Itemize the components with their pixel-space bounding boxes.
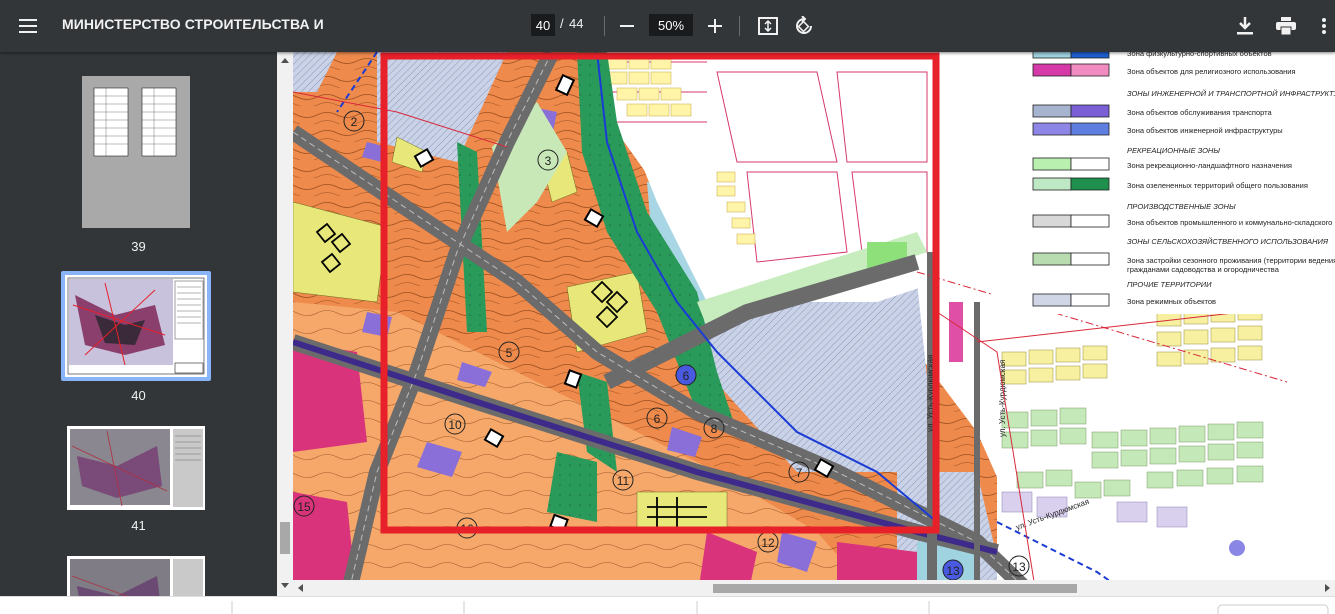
legend-swatch <box>1032 52 1072 59</box>
legend-label: гражданами садоводства и огородничества <box>1127 265 1280 274</box>
legend-swatch <box>1032 104 1072 118</box>
street-label: ул. Усть-Курдюмская <box>998 360 1007 437</box>
zone-number: 8 <box>711 422 718 436</box>
page-thumbnail[interactable] <box>67 426 205 510</box>
thumbnail-page-number: 41 <box>131 518 146 533</box>
scroll-left-arrow-icon <box>298 584 303 592</box>
rotate-button[interactable] <box>786 8 822 44</box>
legend-swatch <box>1070 157 1110 171</box>
menu-button[interactable] <box>10 8 46 44</box>
zoom-in-button[interactable] <box>697 8 733 44</box>
thumbnail-sidebar: 39 40 41 <box>0 52 277 600</box>
legend-label: Зона объектов обслуживания транспорта <box>1127 108 1272 117</box>
legend-swatch <box>1070 104 1110 118</box>
thumbnail-page-number: 40 <box>131 388 146 403</box>
thumbnail-preview <box>70 559 203 600</box>
thumbnail-page-number: 39 <box>131 239 146 254</box>
legend-swatch <box>1032 252 1072 266</box>
legend-swatch <box>1070 252 1110 266</box>
zone-number: 10 <box>448 418 462 432</box>
print-button[interactable] <box>1268 8 1304 44</box>
scroll-up-arrow-icon <box>281 58 289 63</box>
thumbnail-preview <box>93 87 177 157</box>
legend-label: Зона озелененных территорий общего польз… <box>1127 181 1308 190</box>
page-separator: / <box>560 16 564 31</box>
thumbnail-selected-frame[interactable] <box>61 271 211 381</box>
legend-label: Зона объектов промышленного и коммунальн… <box>1127 218 1332 227</box>
legend-swatch <box>1032 157 1072 171</box>
legend-swatch <box>1070 177 1110 191</box>
fit-to-page-button[interactable] <box>750 8 786 44</box>
legend-label: Зона застройки сезонного проживания (тер… <box>1127 256 1335 265</box>
page-number-input[interactable]: 40 <box>531 14 555 36</box>
legend-label: Зона рекреационно-ландшафтного назначени… <box>1127 161 1292 170</box>
bottom-bar-dividers <box>231 601 1329 614</box>
legend-swatch <box>1032 177 1072 191</box>
scroll-down-arrow-icon <box>281 583 289 588</box>
scroll-thumb <box>280 522 290 554</box>
rotate-icon <box>796 16 812 34</box>
legend-swatch <box>1032 122 1072 136</box>
scroll-thumb <box>713 584 1077 593</box>
plus-icon <box>708 19 722 33</box>
legend-swatch <box>1032 214 1072 228</box>
thumbnail-preview <box>70 429 203 507</box>
legend-section-header: ПРОЧИЕ ТЕРРИТОРИИ <box>1127 280 1212 289</box>
page-total: 44 <box>569 16 584 31</box>
download-button[interactable] <box>1227 8 1263 44</box>
page-thumbnail[interactable] <box>82 76 190 228</box>
legend-label: Зона объектов инженерной инфраструктуры <box>1127 126 1283 135</box>
toolbar-divider <box>604 16 605 36</box>
document-viewer[interactable]: 2 3 5 6 6 7 8 10 11 12 13 13 15 16 ул. У… <box>277 52 1335 600</box>
scrollbar-graphics <box>298 584 1330 593</box>
thumbnail-preview <box>65 275 207 377</box>
legend-section-header: ЗОНЫ СЕЛЬСКОХОЗЯЙСТВЕННОГО ИСПОЛЬЗОВАНИЯ <box>1127 237 1329 246</box>
pdf-viewer: МИНИСТЕРСТВО СТРОИТЕЛЬСТВА И 40 / 44 50% <box>0 0 1335 614</box>
download-icon <box>1237 17 1253 35</box>
zone-number: 2 <box>351 115 358 129</box>
more-vert-icon <box>1322 18 1326 34</box>
map-page: 2 3 5 6 6 7 8 10 11 12 13 13 15 16 ул. У… <box>288 52 1335 600</box>
legend-swatch <box>1070 293 1110 307</box>
hamburger-icon <box>19 19 37 33</box>
legend-swatch <box>1070 52 1110 59</box>
horizontal-scrollbar[interactable] <box>293 580 1335 596</box>
legend-label: Зона объектов для религиозного использов… <box>1127 67 1296 76</box>
legend-section-header: ЗОНЫ ИНЖЕНЕРНОЙ И ТРАНСПОРТНОЙ ИНФРАСТРУ… <box>1127 89 1335 98</box>
zone-number: 6 <box>683 369 690 383</box>
document-title: МИНИСТЕРСТВО СТРОИТЕЛЬСТВА И <box>62 16 324 32</box>
legend-swatch <box>1032 293 1072 307</box>
page-thumbnail[interactable] <box>67 556 205 600</box>
legend-section-header: РЕКРЕАЦИОННЫЕ ЗОНЫ <box>1127 146 1220 155</box>
zone-number: 13 <box>946 564 960 578</box>
legend-label: Зона режимных объектов <box>1127 297 1216 306</box>
legend-swatch <box>1070 63 1110 77</box>
scroll-right-arrow-icon <box>1325 584 1330 592</box>
zone-number: 11 <box>617 474 630 488</box>
zone-number: 6 <box>654 412 661 426</box>
legend-swatch <box>1032 63 1072 77</box>
printer-icon <box>1276 17 1296 35</box>
zoom-out-button[interactable] <box>609 8 645 44</box>
toolbar: МИНИСТЕРСТВО СТРОИТЕЛЬСТВА И 40 / 44 50% <box>0 0 1335 52</box>
bottom-bar <box>0 596 1335 614</box>
zone-number: 3 <box>545 154 552 168</box>
legend-label: Зона физкультурно-спортивных объектов <box>1127 52 1272 58</box>
zoom-input[interactable]: 50% <box>649 14 693 36</box>
legend-swatch <box>1070 122 1110 136</box>
legend-swatch <box>1070 214 1110 228</box>
more-options-button[interactable] <box>1306 8 1335 44</box>
zone-number: 13 <box>1012 560 1026 574</box>
zone-number: 15 <box>297 500 311 514</box>
scrollbar-graphics <box>280 58 290 588</box>
zone-number: 7 <box>796 466 803 480</box>
zone-number: 5 <box>506 346 513 360</box>
vertical-scrollbar[interactable] <box>277 52 293 600</box>
fit-page-icon <box>758 17 778 35</box>
toolbar-divider <box>739 16 740 36</box>
legend-section-header: ПРОИЗВОДСТВЕННЫЕ ЗОНЫ <box>1127 202 1236 211</box>
minus-icon <box>620 25 634 27</box>
zone-number: 12 <box>761 536 775 550</box>
